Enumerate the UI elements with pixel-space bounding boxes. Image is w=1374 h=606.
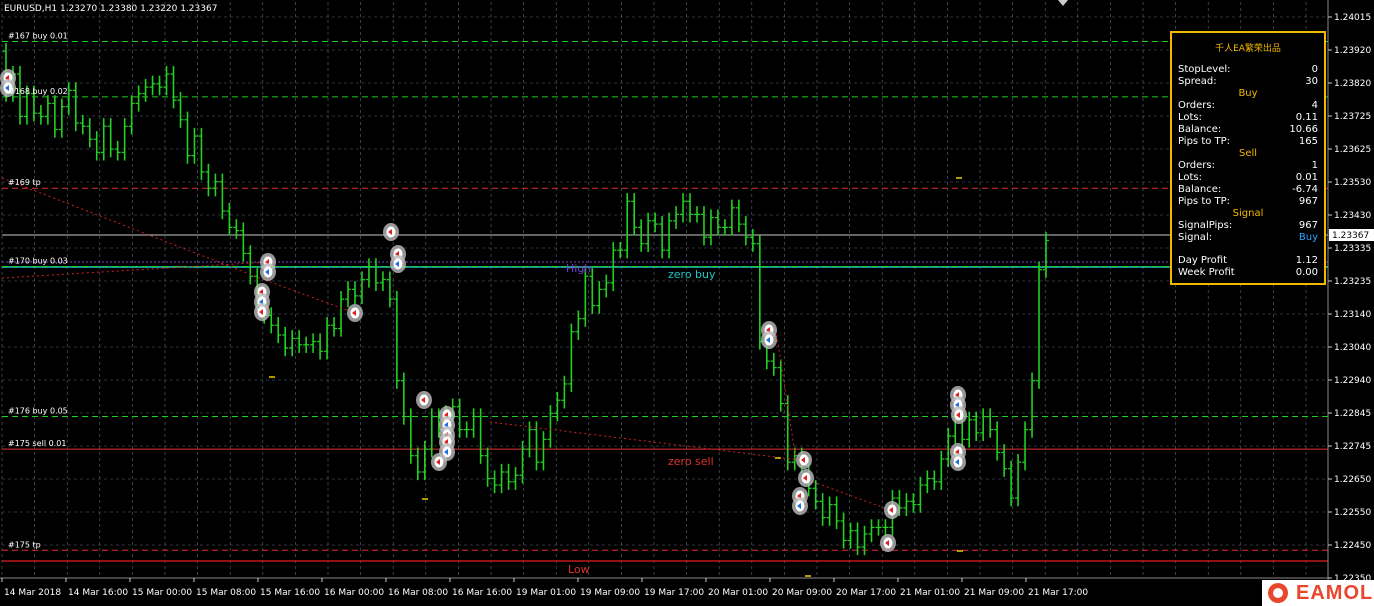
order-line-label: #176 buy 0.05 xyxy=(8,407,68,416)
eamol-logo-text: EAMOL xyxy=(1296,581,1374,604)
time-tick-label: 15 Mar 08:00 xyxy=(196,588,256,598)
current-price-label: 1.23367 xyxy=(1332,231,1369,241)
symbol-info: EURUSD,H1 1.23270 1.23380 1.23220 1.2336… xyxy=(4,4,217,14)
trade-marker-icon xyxy=(950,453,966,471)
sell-pips-row: Pips to TP: 967 xyxy=(1178,196,1318,207)
price-tick-label: 1.22550 xyxy=(1334,508,1371,518)
price-tick-label: 1.23335 xyxy=(1334,244,1371,254)
price-tick-label: 1.22450 xyxy=(1334,541,1371,551)
time-tick-label: 21 Mar 17:00 xyxy=(1028,588,1088,598)
trade-marker-icon xyxy=(880,534,896,552)
time-tick-label: 21 Mar 01:00 xyxy=(900,588,960,598)
price-tick-label: 1.22845 xyxy=(1334,409,1371,419)
price-tick-label: 1.22745 xyxy=(1334,442,1371,452)
time-tick-label: 19 Mar 17:00 xyxy=(644,588,704,598)
time-tick-label: 15 Mar 16:00 xyxy=(260,588,320,598)
signal-pips-row: SignalPips: 967 xyxy=(1178,220,1318,231)
trade-marker-icon xyxy=(792,497,808,515)
trade-marker-icon xyxy=(390,255,406,273)
buy-section-header: Buy xyxy=(1238,88,1258,99)
price-tick-label: 1.22650 xyxy=(1334,475,1371,485)
week-profit-row: Week Profit 0.00 xyxy=(1178,267,1318,278)
time-tick-label: 21 Mar 09:00 xyxy=(964,588,1024,598)
order-line-label: #170 buy 0.03 xyxy=(8,257,68,266)
zero-buy-label: zero buy xyxy=(668,268,716,281)
ea-info-panel: 千人EA繁荣出品 StopLevel: 0 Spread: 30 Buy Order… xyxy=(1170,31,1326,285)
sell-lots-row: Lots: 0.01 xyxy=(1178,172,1318,183)
time-tick-label: 16 Mar 00:00 xyxy=(324,588,384,598)
trade-marker-icon xyxy=(884,501,900,519)
time-tick-label: 20 Mar 09:00 xyxy=(772,588,832,598)
panel-title: 千人EA繁荣出品 xyxy=(1215,44,1281,54)
buy-orders-row: Orders: 4 xyxy=(1178,100,1318,111)
high-label: High xyxy=(566,262,591,275)
trade-marker-icon xyxy=(254,303,270,321)
stoplevel-row: StopLevel: 0 xyxy=(1178,64,1318,75)
time-tick-label: 19 Mar 09:00 xyxy=(580,588,640,598)
price-tick-label: 1.23235 xyxy=(1334,277,1371,287)
eamol-watermark: EAMOL xyxy=(1262,580,1374,606)
price-tick-label: 1.23820 xyxy=(1334,79,1371,89)
price-tick-label: 1.23140 xyxy=(1334,310,1371,320)
price-tick-label: 1.24015 xyxy=(1334,13,1371,23)
buy-pips-row: Pips to TP: 165 xyxy=(1178,136,1318,147)
trade-marker-icon xyxy=(431,453,447,471)
trade-marker-icon xyxy=(798,469,814,487)
time-tick-label: 20 Mar 01:00 xyxy=(708,588,768,598)
price-chart[interactable]: #167 buy 0.01 #168 buy 0.02 #169 tp #170 bu… xyxy=(0,0,1374,606)
order-line-label: #169 tp xyxy=(8,178,41,187)
buy-lots-row: Lots: 0.11 xyxy=(1178,112,1318,123)
trade-marker-icon xyxy=(796,451,812,469)
sell-balance-row: Balance: -6.74 xyxy=(1178,184,1318,195)
time-tick-label: 20 Mar 17:00 xyxy=(836,588,896,598)
eamol-logo-icon xyxy=(1268,583,1288,603)
order-line-label: #175 sell 0.01 xyxy=(8,439,66,448)
trade-marker-icon xyxy=(347,304,363,322)
price-tick-label: 1.23725 xyxy=(1334,112,1371,122)
price-tick-label: 1.23430 xyxy=(1334,211,1371,221)
time-tick-label: 14 Mar 2018 xyxy=(4,588,61,598)
order-line-label: #168 buy 0.02 xyxy=(8,87,68,96)
trade-marker-icon xyxy=(416,391,432,409)
order-line-label: #167 buy 0.01 xyxy=(8,31,68,40)
trade-marker-icon xyxy=(951,406,967,424)
time-tick-label: 19 Mar 01:00 xyxy=(516,588,576,598)
trade-marker-icon xyxy=(761,331,777,349)
price-tick-label: 1.23040 xyxy=(1334,343,1371,353)
buy-balance-row: Balance: 10.66 xyxy=(1178,124,1318,135)
price-tick-label: 1.23625 xyxy=(1334,145,1371,155)
time-tick-label: 14 Mar 16:00 xyxy=(68,588,128,598)
signal-row: Signal: Buy xyxy=(1178,232,1318,243)
sell-orders-row: Orders: 1 xyxy=(1178,160,1318,171)
sell-section-header: Sell xyxy=(1238,148,1258,159)
price-tick-label: 1.23530 xyxy=(1334,178,1371,188)
time-tick-label: 16 Mar 08:00 xyxy=(388,588,448,598)
signal-value: Buy xyxy=(1298,232,1318,243)
spread-row: Spread: 30 xyxy=(1178,76,1318,87)
trade-marker-icon xyxy=(383,223,399,241)
day-profit-row: Day Profit 1.12 xyxy=(1178,255,1318,266)
order-line-label: #175 tp xyxy=(8,540,41,549)
chart-shift-arrow-icon[interactable] xyxy=(1058,0,1068,6)
signal-section-header: Signal xyxy=(1232,208,1264,219)
price-tick-label: 1.23920 xyxy=(1334,46,1371,56)
price-tick-label: 1.22940 xyxy=(1334,376,1371,386)
time-tick-label: 16 Mar 16:00 xyxy=(452,588,512,598)
low-label: Low xyxy=(568,563,590,576)
trade-marker-icon xyxy=(260,263,276,281)
zero-sell-label: zero sell xyxy=(668,455,714,468)
time-tick-label: 15 Mar 00:00 xyxy=(132,588,192,598)
